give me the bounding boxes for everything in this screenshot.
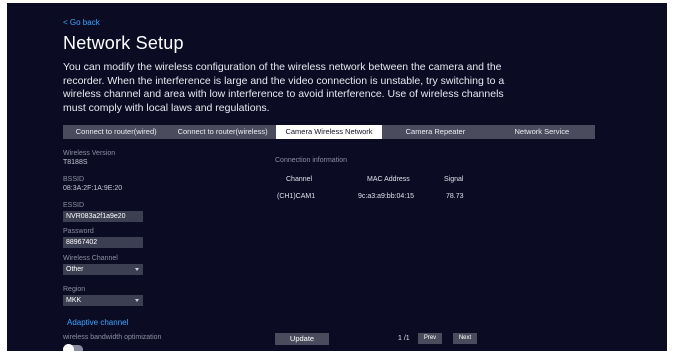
essid-group: ESSID NVR083a2f1a9e20 — [63, 201, 143, 222]
network-setup-screen: < Go back Network Setup You can modify t… — [7, 3, 667, 351]
bssid-group: BSSID 08:3A:2F:1A:9E:20 — [63, 175, 122, 193]
wireless-channel-select[interactable]: Other — [63, 264, 143, 275]
tab-camera-wireless-network[interactable]: Camera Wireless Network — [275, 125, 383, 139]
page-title: Network Setup — [63, 33, 184, 53]
tab-network-service[interactable]: Network Service — [489, 125, 595, 139]
column-header-channel: Channel — [286, 176, 313, 183]
bandwidth-optimization-label: wireless bandwidth optimization — [63, 334, 162, 341]
wireless-channel-value: Other — [66, 266, 84, 273]
region-value: MKK — [66, 297, 82, 304]
row-channel-cell: (CH1)CAM1 — [277, 193, 316, 200]
password-group: Password 88967402 — [63, 227, 143, 248]
row-mac-cell: 9c:a3:a9:bb:04:15 — [358, 193, 415, 200]
tab-router-wireless[interactable]: Connect to router(wireless) — [169, 125, 275, 139]
essid-label: ESSID — [63, 202, 85, 209]
go-back-link[interactable]: < Go back — [63, 18, 100, 27]
password-field[interactable]: 88967402 — [63, 237, 143, 248]
update-button[interactable]: Update — [275, 333, 329, 345]
chevron-down-icon — [135, 299, 139, 302]
prev-button[interactable]: Prev — [418, 333, 442, 344]
column-header-signal: Signal — [444, 176, 464, 183]
wireless-version-value: T8188S — [63, 159, 88, 166]
adaptive-channel-link[interactable]: Adaptive channel — [67, 318, 128, 327]
wireless-channel-group: Wireless Channel Other — [63, 254, 143, 275]
column-header-mac: MAC Address — [367, 176, 410, 183]
bssid-label: BSSID — [63, 176, 85, 183]
tab-camera-repeater[interactable]: Camera Repeater — [382, 125, 488, 139]
region-group: Region MKK — [63, 285, 143, 306]
essid-field[interactable]: NVR083a2f1a9e20 — [63, 211, 143, 222]
page-description: You can modify the wireless configuratio… — [63, 61, 505, 114]
tab-bar: Connect to router(wired) Connect to rout… — [63, 125, 595, 139]
wireless-channel-label: Wireless Channel — [63, 255, 118, 262]
chevron-down-icon — [135, 268, 139, 271]
tab-router-wired[interactable]: Connect to router(wired) — [63, 125, 169, 139]
toggle-knob — [63, 344, 74, 351]
page-indicator: 1 /1 — [398, 335, 410, 342]
region-select[interactable]: MKK — [63, 295, 143, 306]
bssid-value: 08:3A:2F:1A:9E:20 — [63, 185, 123, 192]
password-label: Password — [63, 228, 94, 235]
bandwidth-optimization-toggle[interactable] — [63, 344, 83, 351]
region-label: Region — [63, 286, 86, 293]
wireless-version-group: Wireless Version T8188S — [63, 149, 115, 167]
wireless-version-label: Wireless Version — [63, 150, 116, 157]
row-signal-cell: 78.73 — [446, 193, 464, 200]
connection-info-title: Connection information — [275, 157, 347, 164]
next-button[interactable]: Next — [453, 333, 477, 344]
